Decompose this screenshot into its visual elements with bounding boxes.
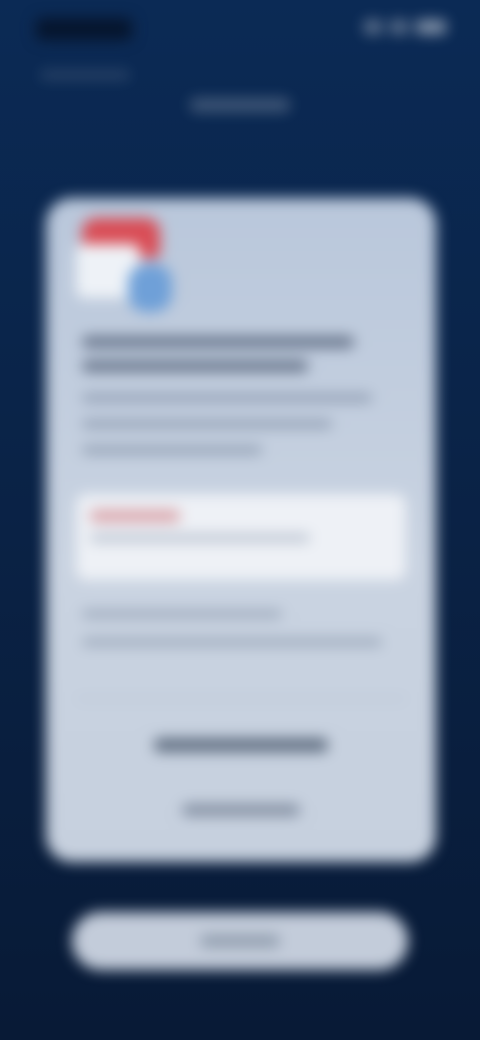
card-secondary-link[interactable]: [182, 804, 300, 816]
info-card: [46, 198, 436, 862]
card-section: [82, 610, 402, 666]
header-subtitle: [40, 70, 130, 80]
card-highlight-text: [76, 494, 77, 495]
status-icons: [350, 20, 446, 36]
bottom-action-button[interactable]: [72, 912, 408, 970]
card-description: [82, 394, 382, 472]
card-title: [82, 336, 354, 384]
card-highlight-box: [76, 494, 406, 580]
highlight-line: [90, 534, 310, 542]
status-time: [36, 18, 132, 40]
status-bar: [0, 0, 480, 56]
app-screen: [0, 0, 480, 1040]
card-divider: [76, 698, 406, 699]
bottom-action-button-label: [200, 935, 280, 947]
battery-icon: [416, 20, 446, 34]
header: [0, 60, 480, 140]
signal-icon: [364, 20, 382, 34]
badge-icon: [128, 264, 172, 312]
highlight-accent: [90, 510, 180, 522]
card-primary-link[interactable]: [154, 738, 328, 752]
header-title: [190, 98, 290, 112]
wifi-icon: [390, 20, 408, 34]
